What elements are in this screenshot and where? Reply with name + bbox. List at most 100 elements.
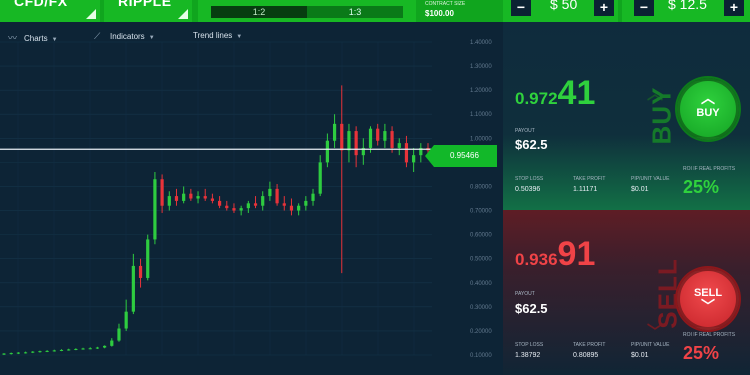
candle	[340, 85, 344, 274]
asset-label: RIPPLE	[118, 0, 172, 9]
buy-take-profit: 1.11171	[573, 186, 598, 193]
candle	[376, 123, 380, 146]
buy-watermark: BUY	[646, 86, 677, 145]
candle	[182, 186, 186, 204]
chart-area[interactable]: 1.400001.300001.200001.100001.000000.900…	[0, 22, 503, 375]
candle	[304, 196, 308, 211]
candle-body	[217, 200, 222, 206]
charts-menu[interactable]: 〰 Charts ▼	[8, 31, 58, 44]
sell-button[interactable]: SELL ﹀	[677, 268, 739, 330]
sell-payout: $62.5	[515, 301, 548, 316]
candle	[88, 347, 92, 350]
candle	[203, 188, 207, 201]
candle	[225, 200, 229, 211]
amount-value-2: $ 12.5	[668, 0, 707, 12]
indicators-menu[interactable]: ⟋ Indicators ▼	[94, 31, 155, 42]
sell-take-profit: 0.80895	[573, 352, 599, 359]
chevron-down-icon: ▼	[236, 34, 243, 40]
candle-body	[332, 123, 337, 141]
trendlines-menu[interactable]: Trend lines ▼	[193, 31, 242, 40]
candle-body	[354, 131, 358, 156]
minus-button[interactable]: −	[511, 0, 531, 16]
amount-stepper: − $ 50 +	[503, 0, 618, 22]
candle-body	[38, 351, 42, 353]
plus-button[interactable]: +	[724, 0, 744, 16]
indicators-label: Indicators	[110, 32, 145, 41]
sell-stop-loss: 1.38792	[515, 352, 541, 359]
asset-select[interactable]: RIPPLE	[104, 0, 192, 22]
candle	[297, 203, 301, 216]
chevron-down-icon: ﹀	[647, 324, 664, 341]
candle-body	[383, 131, 387, 141]
candle	[117, 323, 121, 342]
candle-body	[390, 131, 394, 148]
contract-size-label: CONTRACT SIZE	[425, 1, 466, 7]
y-tick-label: 0.10000	[470, 353, 492, 359]
buy-payout: $62.5	[515, 137, 548, 152]
roi-label: ROI IF REAL PROFITS	[683, 332, 736, 338]
take-profit-label: TAKE PROFIT	[573, 176, 606, 182]
candle-body	[67, 349, 71, 351]
candle-body	[124, 311, 128, 329]
candle-body	[246, 203, 250, 209]
candle	[38, 350, 42, 353]
candle-body	[196, 196, 200, 199]
candle-body	[88, 348, 92, 350]
buy-button[interactable]: ︿ BUY	[677, 78, 739, 140]
charts-label: Charts	[24, 34, 48, 43]
candle	[16, 352, 20, 355]
candle	[210, 193, 215, 204]
candle	[361, 138, 365, 165]
ratio-option[interactable]: 1:3	[307, 6, 403, 18]
amount-value: $ 50	[550, 0, 578, 12]
candle	[419, 143, 423, 163]
minus-button[interactable]: −	[634, 0, 654, 16]
asset-class-select[interactable]: CFD/FX	[0, 0, 100, 22]
plus-button[interactable]: +	[594, 0, 614, 16]
candle-body	[210, 198, 215, 201]
line-chart-icon: 〰	[8, 33, 18, 43]
sell-price-pips: 91	[557, 235, 596, 273]
buy-button-label: BUY	[696, 107, 720, 119]
candle	[311, 188, 315, 206]
candle	[174, 188, 179, 206]
candle	[318, 155, 322, 197]
candle-body	[9, 353, 13, 355]
candle-body	[167, 196, 171, 206]
candle	[138, 258, 143, 288]
pip-value-label: PIP/UNIT VALUE	[631, 342, 670, 348]
y-tick-label: 0.30000	[470, 305, 492, 311]
dropdown-corner-icon	[86, 9, 96, 19]
leverage-selector: 1:2 1:3	[198, 0, 416, 22]
sell-price: 0.93691	[515, 235, 595, 274]
candle-body	[297, 205, 301, 211]
candle-body	[16, 352, 20, 354]
candle-body	[59, 349, 64, 351]
candle	[103, 345, 107, 349]
y-tick-label: 1.40000	[470, 40, 492, 46]
candle-body	[103, 345, 107, 348]
candle	[397, 138, 401, 156]
stop-loss-label: STOP LOSS	[515, 342, 544, 348]
candle	[268, 181, 272, 201]
candle-body	[45, 350, 49, 352]
candle-body	[74, 348, 78, 350]
top-bar: CFD/FX RIPPLE 1:2 1:3 CONTRACT SIZE $100…	[0, 0, 750, 22]
contract-size: CONTRACT SIZE $100.00	[425, 0, 493, 22]
trade-panel: 0.97241 PAYOUT $62.5 STOP LOSS 0.50396 T…	[503, 22, 750, 375]
candle-body	[376, 128, 380, 141]
candle	[282, 196, 286, 211]
y-tick-label: 0.20000	[470, 329, 492, 335]
candle-body	[232, 208, 236, 211]
candle-body	[261, 196, 265, 206]
candle	[74, 348, 78, 351]
stop-loss-label: STOP LOSS	[515, 176, 544, 182]
ratio-option-selected[interactable]: 1:2	[211, 6, 307, 18]
candle	[246, 200, 250, 213]
candle	[412, 147, 416, 173]
candle-body	[225, 205, 229, 209]
candle-body	[23, 352, 28, 354]
current-price-tag: 0.95466	[425, 145, 497, 167]
pip-value-label: PIP/UNIT VALUE	[631, 176, 670, 182]
candle	[31, 351, 35, 354]
